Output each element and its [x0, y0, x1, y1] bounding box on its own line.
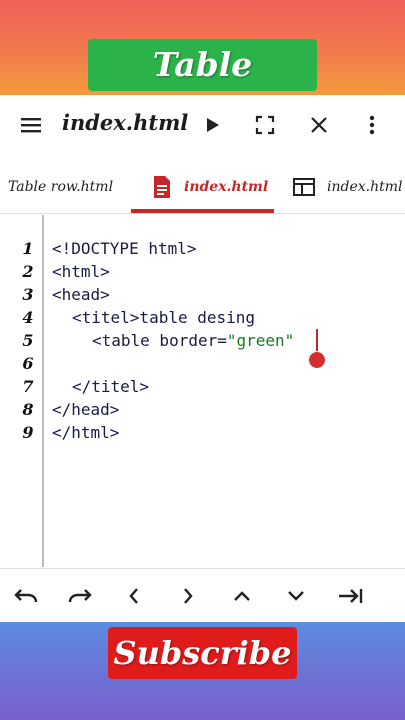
- editor-toolbar: index.html: [0, 95, 405, 155]
- arrow-down-icon[interactable]: [282, 582, 310, 610]
- line-number: 6: [22, 354, 34, 373]
- line-number: 3: [22, 285, 34, 304]
- more-vert-icon[interactable]: [356, 109, 388, 141]
- arrow-right-icon[interactable]: [174, 582, 202, 610]
- code-line: </html>: [52, 423, 120, 442]
- fullscreen-icon[interactable]: [249, 109, 281, 141]
- subscribe-badge[interactable]: Subscribe: [108, 627, 297, 679]
- code-line: </titel>: [72, 377, 150, 396]
- gutter-divider: [42, 215, 44, 567]
- extra-keys-bar: [0, 568, 405, 622]
- tab-index-active[interactable]: index.html: [152, 160, 268, 214]
- undo-icon[interactable]: [12, 582, 40, 610]
- line-number: 2: [22, 262, 34, 281]
- tab-icon[interactable]: [336, 582, 364, 610]
- play-icon[interactable]: [196, 109, 228, 141]
- line-number: 8: [22, 400, 34, 419]
- tab-label: index.html: [184, 179, 269, 195]
- redo-icon[interactable]: [66, 582, 94, 610]
- menu-icon[interactable]: [15, 109, 47, 141]
- file-doc-icon: [152, 175, 172, 199]
- tab-label: Table row.html: [8, 179, 114, 195]
- preview-window-icon: [293, 177, 315, 197]
- code-string-token: "green": [226, 331, 295, 350]
- code-line: </head>: [52, 400, 120, 419]
- file-tabs: Table row.html index.html index.html: [0, 160, 405, 214]
- line-number: 4: [22, 308, 34, 327]
- tab-table-row[interactable]: Table row.html: [8, 160, 113, 214]
- text-cursor: [316, 329, 318, 351]
- code-token: <table border=: [92, 331, 227, 350]
- active-tab-indicator: [131, 209, 274, 213]
- code-line: <titel>table desing: [72, 308, 256, 327]
- code-line: <table border="green": [92, 331, 304, 350]
- file-title: index.html: [62, 110, 189, 135]
- tab-index-preview[interactable]: index.html: [293, 160, 402, 214]
- line-number: 9: [22, 423, 34, 442]
- line-number: 1: [22, 239, 34, 258]
- tab-label: index.html: [327, 179, 403, 195]
- arrow-up-icon[interactable]: [228, 582, 256, 610]
- line-number: 5: [22, 331, 34, 350]
- code-line: <head>: [52, 285, 110, 304]
- line-number: 7: [22, 377, 34, 396]
- cursor-handle[interactable]: [309, 352, 325, 368]
- code-line: <html>: [52, 262, 110, 281]
- arrow-left-icon[interactable]: [120, 582, 148, 610]
- close-icon[interactable]: [303, 109, 335, 141]
- code-line: <!DOCTYPE html>: [52, 239, 197, 258]
- video-title-badge: Table Dising: [88, 39, 317, 136]
